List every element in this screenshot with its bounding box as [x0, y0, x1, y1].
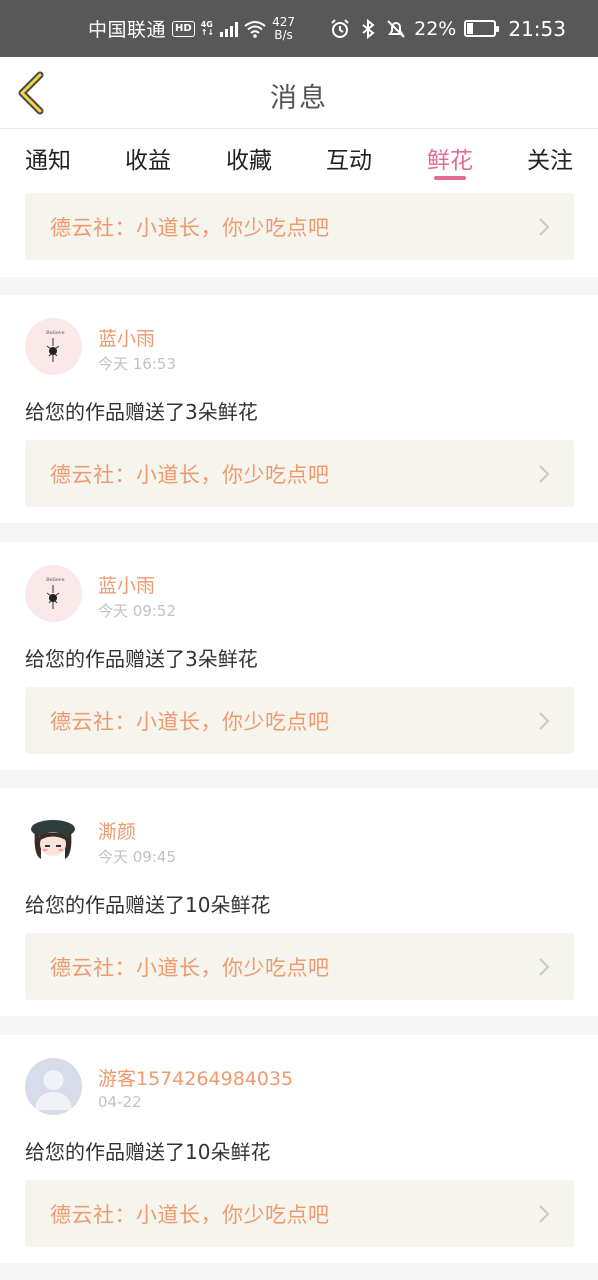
work-link[interactable]: 德云社：小道长，你少吃点吧 — [25, 193, 574, 260]
flower-message-card: Believe 蓝小雨 今天 09:52 给您的作品赠送了3朵鲜花 德云社：小道… — [0, 542, 598, 770]
gift-message: 给您的作品赠送了3朵鲜花 — [25, 400, 258, 424]
chevron-right-icon — [539, 712, 550, 730]
user-avatar[interactable]: Believe — [25, 565, 82, 622]
navigation-header: 消息 — [0, 57, 598, 129]
wifi-icon — [244, 20, 266, 38]
carrier-name: 中国联通 — [88, 19, 167, 41]
gift-message: 给您的作品赠送了10朵鲜花 — [25, 893, 271, 917]
chevron-right-icon — [539, 465, 550, 483]
battery-percent: 22% — [414, 17, 457, 40]
work-title: 德云社：小道长，你少吃点吧 — [50, 463, 330, 487]
flower-message-card: 德云社：小道长，你少吃点吧 — [0, 185, 598, 277]
clock: 21:53 — [508, 16, 566, 41]
network-speed: 427 B/s — [272, 14, 295, 42]
tab-follows[interactable]: 关注 — [520, 141, 580, 175]
work-link[interactable]: 德云社：小道长，你少吃点吧 — [25, 687, 574, 754]
chevron-right-icon — [539, 958, 550, 976]
tab-earnings[interactable]: 收益 — [118, 141, 178, 175]
hd-badge: HD — [172, 20, 195, 37]
username[interactable]: 澌颜 — [98, 817, 136, 844]
work-title: 德云社：小道长，你少吃点吧 — [50, 956, 330, 980]
tab-favorites[interactable]: 收藏 — [219, 141, 279, 175]
active-tab-indicator — [434, 176, 466, 180]
battery-icon — [464, 20, 500, 37]
flower-message-card: 游客1574264984035 04-22 给您的作品赠送了10朵鲜花 德云社：… — [0, 1035, 598, 1263]
flower-message-card: Believe 蓝小雨 今天 16:53 给您的作品赠送了3朵鲜花 德云社：小道… — [0, 295, 598, 523]
bluetooth-icon — [362, 18, 375, 39]
user-avatar[interactable] — [25, 1058, 82, 1115]
page-title: 消息 — [270, 83, 328, 114]
timestamp: 今天 09:52 — [98, 602, 176, 620]
work-link[interactable]: 德云社：小道长，你少吃点吧 — [25, 1180, 574, 1247]
timestamp: 今天 16:53 — [98, 355, 176, 373]
tab-flowers[interactable]: 鲜花 — [420, 141, 480, 175]
work-title: 德云社：小道长，你少吃点吧 — [50, 710, 330, 734]
svg-text:Believe: Believe — [46, 330, 65, 336]
username[interactable]: 蓝小雨 — [98, 571, 155, 598]
flower-message-card: 澌颜 今天 09:45 给您的作品赠送了10朵鲜花 德云社：小道长，你少吃点吧 — [0, 788, 598, 1016]
tab-notifications[interactable]: 通知 — [18, 141, 78, 175]
timestamp: 今天 09:45 — [98, 848, 176, 866]
chevron-right-icon — [539, 1205, 550, 1223]
alarm-icon — [331, 18, 349, 38]
work-title: 德云社：小道长，你少吃点吧 — [50, 1203, 330, 1227]
status-bar: 中国联通 HD 4G ↑↓ 427 B/s 22% 21:53 — [0, 0, 598, 57]
network-type-icon: 4G ↑↓ — [200, 19, 215, 37]
timestamp: 04-22 — [98, 1093, 142, 1111]
svg-text:Believe: Believe — [46, 577, 65, 583]
chevron-right-icon — [539, 218, 550, 236]
mute-icon — [387, 19, 405, 38]
signal-icon — [220, 21, 239, 37]
gift-message: 给您的作品赠送了3朵鲜花 — [25, 647, 258, 671]
user-avatar[interactable] — [25, 811, 82, 868]
work-link[interactable]: 德云社：小道长，你少吃点吧 — [25, 440, 574, 507]
username[interactable]: 游客1574264984035 — [98, 1064, 293, 1091]
tab-interactions[interactable]: 互动 — [319, 141, 379, 175]
user-avatar[interactable]: Believe — [25, 318, 82, 375]
username[interactable]: 蓝小雨 — [98, 324, 155, 351]
work-title: 德云社：小道长，你少吃点吧 — [50, 216, 330, 240]
work-link[interactable]: 德云社：小道长，你少吃点吧 — [25, 933, 574, 1000]
tab-bar: 通知 收益 收藏 互动 鲜花 关注 — [0, 129, 598, 185]
gift-message: 给您的作品赠送了10朵鲜花 — [25, 1140, 271, 1164]
